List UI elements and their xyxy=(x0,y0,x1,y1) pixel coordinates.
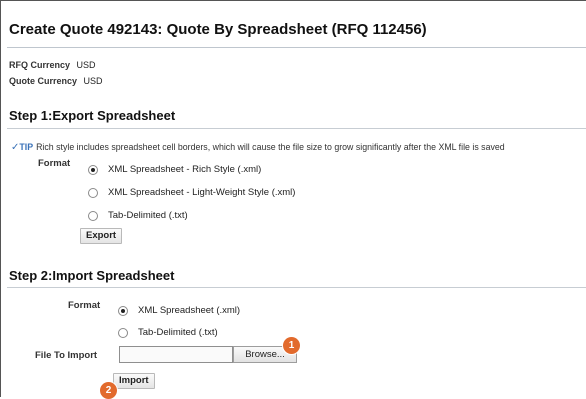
tip-label: TIP xyxy=(19,142,34,152)
export-option-tab-delimited-label: Tab-Delimited (.txt) xyxy=(108,210,188,221)
export-option-light-xml-label: XML Spreadsheet - Light-Weight Style (.x… xyxy=(108,187,296,198)
quote-currency-row: Quote Currency USD xyxy=(9,76,103,86)
export-option-light-xml[interactable]: XML Spreadsheet - Light-Weight Style (.x… xyxy=(88,187,295,198)
file-path-input[interactable] xyxy=(119,346,233,363)
radio-tab-delimited-export[interactable] xyxy=(88,210,98,221)
import-option-tab-delimited-label: Tab-Delimited (.txt) xyxy=(138,327,218,338)
export-option-rich-xml-label: XML Spreadsheet - Rich Style (.xml) xyxy=(108,164,262,175)
export-button[interactable]: Export xyxy=(80,228,123,244)
radio-rich-xml[interactable] xyxy=(88,164,98,175)
step2-divider xyxy=(7,287,586,288)
import-option-xml-label: XML Spreadsheet (.xml) xyxy=(138,305,241,316)
file-to-import-label: File To Import xyxy=(35,350,98,361)
rfq-currency-label: RFQ Currency xyxy=(9,60,71,70)
tip-message: ✓TIP Rich style includes spreadsheet cell… xyxy=(11,142,505,153)
quote-currency-label: Quote Currency xyxy=(9,76,78,86)
page-frame: Create Quote 492143: Quote By Spreadshee… xyxy=(0,0,586,399)
export-option-rich-xml[interactable]: XML Spreadsheet - Rich Style (.xml) xyxy=(88,164,261,175)
title-divider xyxy=(7,47,586,48)
rfq-currency-value: USD xyxy=(76,60,96,70)
import-button[interactable]: Import xyxy=(113,373,155,389)
tip-text: Rich style includes spreadsheet cell bor… xyxy=(36,142,505,152)
import-option-tab-delimited[interactable]: Tab-Delimited (.txt) xyxy=(118,327,218,338)
callout-marker-2: 2 xyxy=(100,382,117,399)
callout-marker-1: 1 xyxy=(283,337,300,354)
radio-tab-delimited-import[interactable] xyxy=(118,327,128,338)
step1-format-label: Format xyxy=(38,158,71,169)
radio-xml-import[interactable] xyxy=(118,305,128,316)
step2-format-label: Format xyxy=(68,300,101,311)
rfq-currency-row: RFQ Currency USD xyxy=(9,60,96,70)
import-option-xml[interactable]: XML Spreadsheet (.xml) xyxy=(118,305,240,316)
page-title: Create Quote 492143: Quote By Spreadshee… xyxy=(9,21,427,38)
export-option-tab-delimited[interactable]: Tab-Delimited (.txt) xyxy=(88,210,188,221)
radio-light-xml[interactable] xyxy=(88,187,98,198)
step2-title: Step 2:Import Spreadsheet xyxy=(9,268,175,283)
step1-title: Step 1:Export Spreadsheet xyxy=(9,108,176,123)
quote-currency-value: USD xyxy=(83,76,103,86)
step1-divider xyxy=(7,128,586,129)
